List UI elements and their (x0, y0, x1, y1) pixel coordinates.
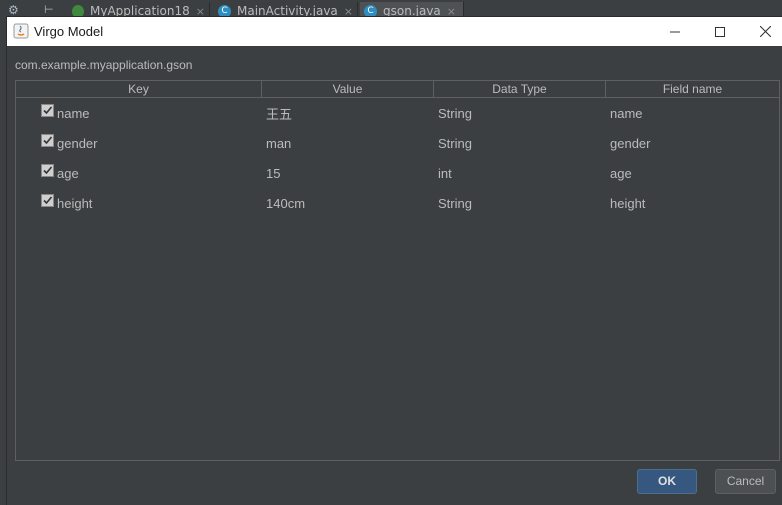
gear-icon[interactable]: ⚙ (8, 3, 19, 17)
class-icon: C (364, 4, 377, 18)
field-name-cell[interactable]: height (606, 196, 779, 211)
key-text: gender (57, 135, 98, 151)
minimize-icon (670, 31, 680, 32)
collapse-icon[interactable]: ⊢ (44, 3, 54, 16)
field-name-cell[interactable]: gender (606, 136, 779, 151)
row-checkbox[interactable] (41, 103, 54, 117)
dialog-title: Virgo Model (34, 24, 104, 39)
table-row[interactable]: gender man String gender (16, 128, 779, 158)
tab-label: gson.java (383, 4, 441, 18)
key-cell: name (16, 103, 262, 121)
table-body: name 王五 String name gender man String ge… (16, 98, 779, 218)
close-button[interactable] (742, 17, 782, 46)
column-header-field-name[interactable]: Field name (606, 81, 779, 97)
table-row[interactable]: height 140cm String height (16, 188, 779, 218)
ok-button[interactable]: OK (637, 469, 697, 494)
close-icon[interactable]: × (447, 5, 456, 18)
column-header-value[interactable]: Value (262, 81, 434, 97)
type-cell[interactable]: String (434, 106, 606, 121)
tab-label: MyApplication18 (90, 4, 190, 18)
key-cell: gender (16, 133, 262, 151)
close-icon (759, 26, 771, 37)
row-checkbox[interactable] (41, 163, 54, 177)
key-cell: height (16, 193, 262, 211)
package-name: com.example.myapplication.gson (15, 58, 193, 72)
tab-label: MainActivity.java (237, 4, 338, 18)
column-header-data-type[interactable]: Data Type (434, 81, 606, 97)
maximize-button[interactable] (697, 17, 743, 46)
row-checkbox[interactable] (41, 193, 54, 207)
close-icon[interactable]: × (196, 5, 205, 18)
type-cell[interactable]: int (434, 166, 606, 181)
table-header: Key Value Data Type Field name (16, 81, 779, 98)
type-cell[interactable]: String (434, 196, 606, 211)
value-cell: man (266, 135, 292, 151)
value-cell: 15 (266, 165, 281, 181)
table-row[interactable]: age 15 int age (16, 158, 779, 188)
key-text: name (57, 105, 90, 121)
value-cell: 140cm (266, 195, 306, 211)
key-text: height (57, 195, 93, 211)
maximize-icon (715, 26, 725, 37)
dialog-titlebar[interactable]: Virgo Model (7, 17, 782, 46)
fields-table: Key Value Data Type Field name name 王五 S… (15, 80, 780, 461)
value-cell: 王五 (266, 106, 293, 122)
virgo-model-dialog: Virgo Model com.example.myapplication.gs… (7, 17, 782, 505)
android-icon (72, 4, 84, 18)
key-cell: age (16, 163, 262, 181)
minimize-button[interactable] (652, 17, 698, 46)
table-row[interactable]: name 王五 String name (16, 98, 779, 128)
class-icon: C (218, 4, 231, 18)
field-name-cell[interactable]: age (606, 166, 779, 181)
key-text: age (57, 165, 79, 181)
row-checkbox[interactable] (41, 133, 54, 147)
type-cell[interactable]: String (434, 136, 606, 151)
column-header-key[interactable]: Key (16, 81, 262, 97)
field-name-cell[interactable]: name (606, 106, 779, 121)
close-icon[interactable]: × (344, 5, 353, 18)
java-app-icon (13, 23, 29, 39)
cancel-button[interactable]: Cancel (715, 469, 776, 494)
